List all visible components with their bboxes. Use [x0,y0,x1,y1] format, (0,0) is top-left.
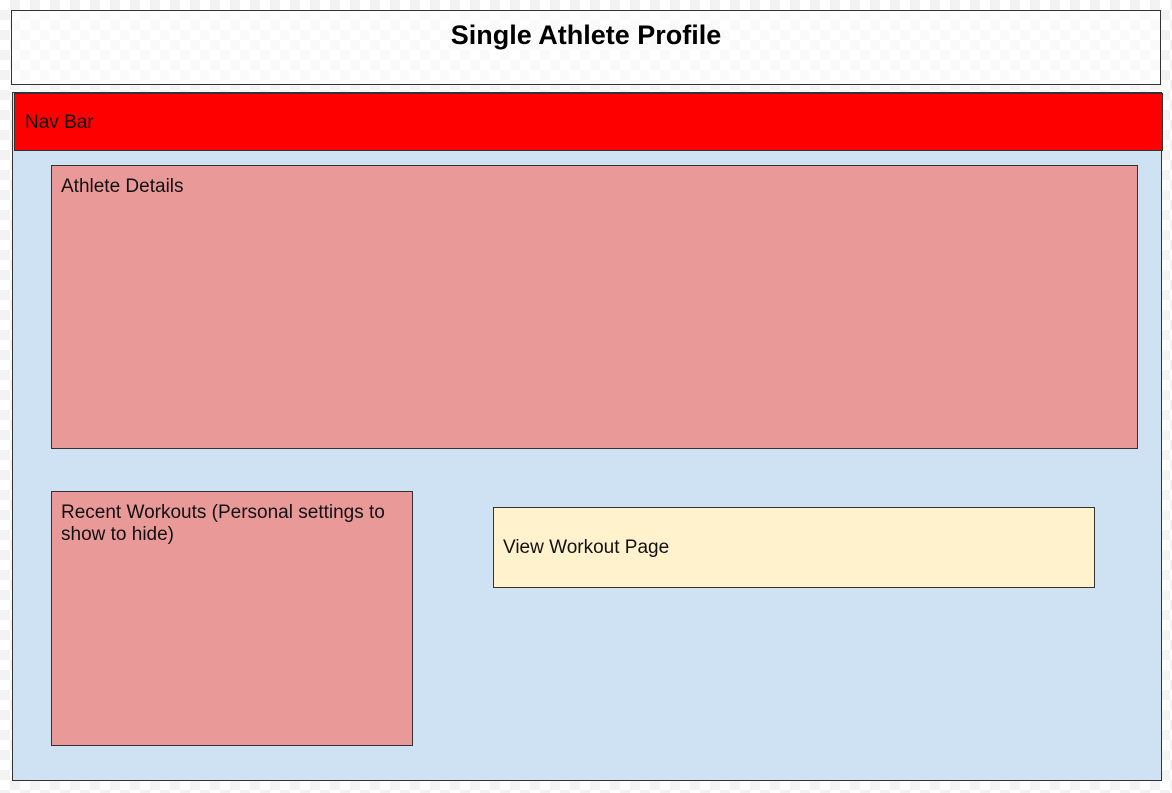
recent-workouts-label: Recent Workouts (Personal settings to sh… [61,502,385,545]
nav-bar-label: Nav Bar [25,112,94,133]
title-box: Single Athlete Profile [11,10,1161,85]
athlete-details-label: Athlete Details [61,176,184,197]
recent-workouts-section: Recent Workouts (Personal settings to sh… [51,491,413,746]
athlete-details-section: Athlete Details [51,165,1138,449]
view-workout-page-button[interactable]: View Workout Page [493,507,1095,588]
nav-bar[interactable]: Nav Bar [14,93,1163,151]
view-workout-label: View Workout Page [503,537,670,558]
page-title: Single Athlete Profile [450,20,722,50]
